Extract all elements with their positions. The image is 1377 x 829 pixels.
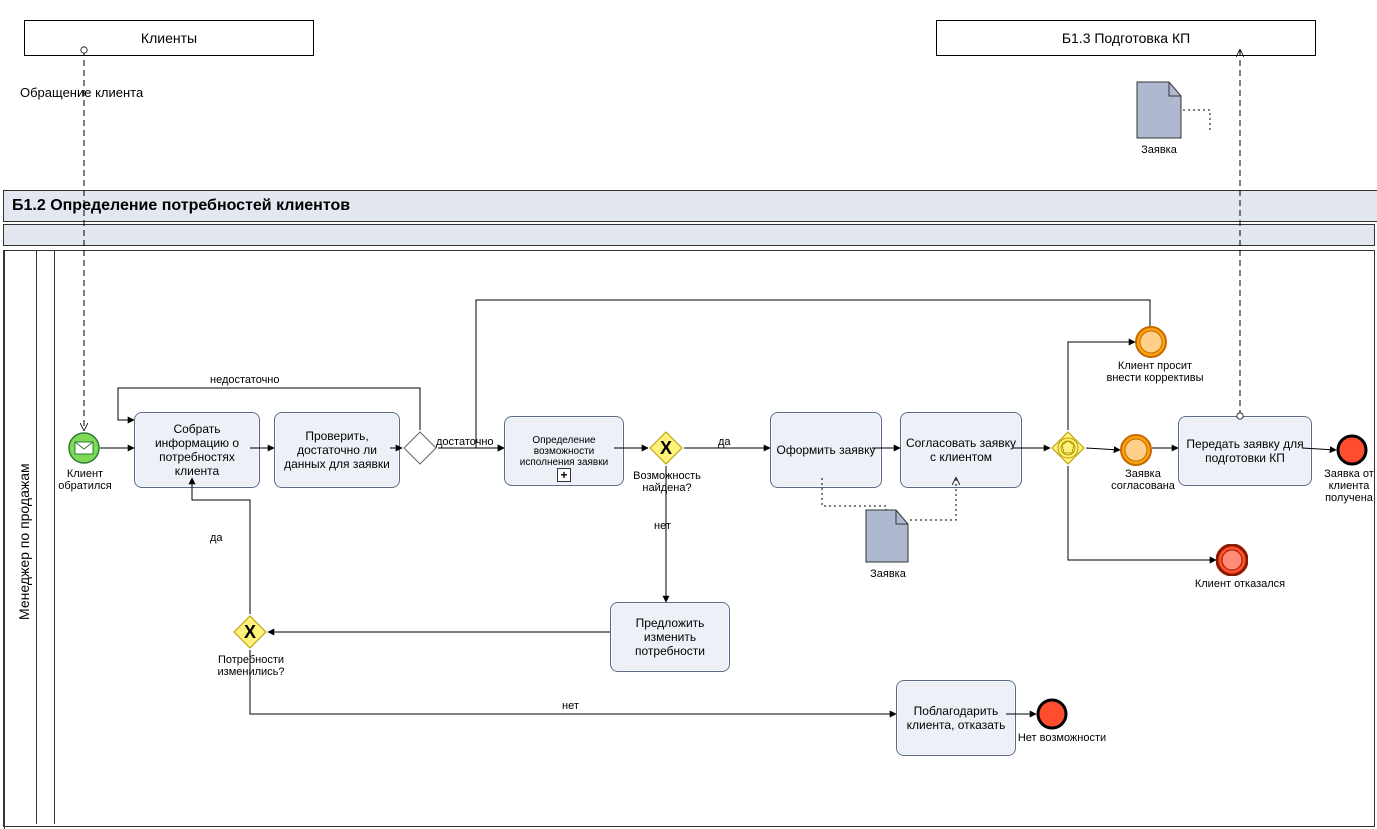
gateway-enough[interactable] xyxy=(402,430,438,466)
gateway-needs-changed-label: Потребности изменились? xyxy=(214,654,288,678)
task-thank-label: Поблагодарить клиента, отказать xyxy=(901,704,1011,732)
lane-separator-2 xyxy=(54,251,55,824)
end-event-received-label: Заявка от клиента получена xyxy=(1314,468,1377,504)
end-event-received[interactable] xyxy=(1336,434,1368,466)
edge-no1-label: нет xyxy=(654,520,671,532)
task-agree[interactable]: Согласовать заявку с клиентом xyxy=(900,412,1022,488)
pool-sub-bar xyxy=(3,224,1375,246)
gateway-event-based[interactable] xyxy=(1050,430,1086,466)
event-agreed[interactable] xyxy=(1120,434,1152,466)
data-object-request-mid xyxy=(864,508,910,564)
event-corrections-label: Клиент просит внести коррективы xyxy=(1100,360,1210,384)
pool-body xyxy=(3,250,1375,827)
edge-not-enough-label: недостаточно xyxy=(210,374,280,386)
gateway-possibility-label: Возможность найдена? xyxy=(632,470,702,494)
data-object-request-top-label: Заявка xyxy=(1128,144,1190,156)
task-determine-label: Определение возможности исполнения заявк… xyxy=(509,435,619,468)
task-propose[interactable]: Предложить изменить потребности xyxy=(610,602,730,672)
data-object-request-mid-label: Заявка xyxy=(858,568,918,580)
message-client-request-label: Обращение клиента xyxy=(20,86,143,100)
task-form-label: Оформить заявку xyxy=(776,443,875,457)
task-transfer[interactable]: Передать заявку для подготовки КП xyxy=(1178,416,1312,486)
task-propose-label: Предложить изменить потребности xyxy=(615,616,725,658)
edge-enough-label: достаточно xyxy=(436,436,494,448)
task-form[interactable]: Оформить заявку xyxy=(770,412,882,488)
end-event-no-possibility[interactable] xyxy=(1036,698,1068,730)
gateway-needs-changed[interactable]: X xyxy=(232,614,268,650)
task-check-label: Проверить, достаточно ли данных для заяв… xyxy=(279,429,395,471)
task-transfer-label: Передать заявку для подготовки КП xyxy=(1183,437,1307,465)
task-collect[interactable]: Собрать информацию о потребностях клиент… xyxy=(134,412,260,488)
lane-label: Менеджер по продажам xyxy=(4,251,43,829)
participant-clients-label: Клиенты xyxy=(141,30,197,46)
event-refused[interactable] xyxy=(1216,544,1248,576)
bpmn-canvas: Клиенты Б1.3 Подготовка КП Заявка Б1.2 О… xyxy=(0,0,1377,829)
participant-clients[interactable]: Клиенты xyxy=(24,20,314,56)
edge-no2-label: нет xyxy=(562,700,579,712)
pool-title: Б1.2 Определение потребностей клиентов xyxy=(12,197,350,215)
event-agreed-label: Заявка согласована xyxy=(1108,468,1178,492)
participant-prepare-kp-label: Б1.3 Подготовка КП xyxy=(1062,30,1190,46)
svg-text:X: X xyxy=(244,622,256,642)
lane-label-text: Менеджер по продажам xyxy=(16,463,32,620)
start-event[interactable] xyxy=(68,432,100,464)
subprocess-marker-icon: + xyxy=(557,468,571,482)
task-check[interactable]: Проверить, достаточно ли данных для заяв… xyxy=(274,412,400,488)
start-event-label: Клиент обратился xyxy=(55,468,115,492)
pool-header: Б1.2 Определение потребностей клиентов xyxy=(3,190,1377,222)
task-determine[interactable]: Определение возможности исполнения заявк… xyxy=(504,416,624,486)
event-refused-label: Клиент отказался xyxy=(1190,578,1290,590)
task-agree-label: Согласовать заявку с клиентом xyxy=(905,436,1017,464)
data-object-request-top xyxy=(1135,80,1183,140)
event-corrections[interactable] xyxy=(1135,326,1167,358)
edge-yes1-label: да xyxy=(718,436,731,448)
gateway-possibility[interactable]: X xyxy=(648,430,684,466)
task-thank[interactable]: Поблагодарить клиента, отказать xyxy=(896,680,1016,756)
participant-prepare-kp[interactable]: Б1.3 Подготовка КП xyxy=(936,20,1316,56)
end-event-no-possibility-label: Нет возможности xyxy=(1012,732,1112,744)
task-collect-label: Собрать информацию о потребностях клиент… xyxy=(139,422,255,478)
lane-separator-1 xyxy=(36,251,37,824)
edge-yes2-label: да xyxy=(210,532,223,544)
svg-text:X: X xyxy=(660,438,672,458)
